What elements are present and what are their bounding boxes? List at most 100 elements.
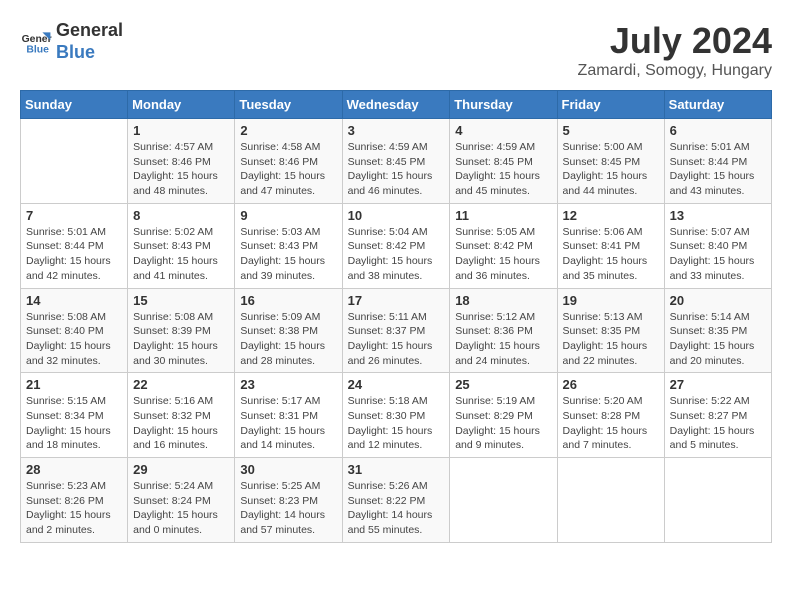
day-number: 12 xyxy=(563,208,659,223)
day-info: Sunrise: 5:06 AM Sunset: 8:41 PM Dayligh… xyxy=(563,225,659,284)
table-cell: 20Sunrise: 5:14 AM Sunset: 8:35 PM Dayli… xyxy=(664,288,771,373)
table-cell: 12 Sunrise: 5:06 AM Sunset: 8:41 PM Dayli… xyxy=(557,203,664,288)
svg-text:Blue: Blue xyxy=(26,44,49,55)
table-cell: 22 Sunrise: 5:16 AM Sunset: 8:32 PM Dayli… xyxy=(128,373,235,458)
day-number: 7 xyxy=(26,208,122,223)
table-cell: 14 Sunrise: 5:08 AM Sunset: 8:40 PM Dayli… xyxy=(21,288,128,373)
day-info: Sunrise: 4:58 AM Sunset: 8:46 PM Dayligh… xyxy=(240,140,336,199)
day-info: Sunrise: 5:19 AM Sunset: 8:29 PM Dayligh… xyxy=(455,394,551,453)
day-info: Sunrise: 5:16 AM Sunset: 8:32 PM Dayligh… xyxy=(133,394,229,453)
table-cell: 3 Sunrise: 4:59 AM Sunset: 8:45 PM Daylig… xyxy=(342,119,450,204)
day-info: Sunrise: 5:05 AM Sunset: 8:42 PM Dayligh… xyxy=(455,225,551,284)
day-info: Sunrise: 5:20 AM Sunset: 8:28 PM Dayligh… xyxy=(563,394,659,453)
location-subtitle: Zamardi, Somogy, Hungary xyxy=(578,62,772,80)
table-cell: 11 Sunrise: 5:05 AM Sunset: 8:42 PM Dayli… xyxy=(450,203,557,288)
day-number: 26 xyxy=(563,377,659,392)
table-cell: 13Sunrise: 5:07 AM Sunset: 8:40 PM Dayli… xyxy=(664,203,771,288)
page-header: General Blue General Blue July 2024 Zama… xyxy=(20,20,772,80)
table-cell xyxy=(21,119,128,204)
table-cell xyxy=(557,458,664,543)
day-info: Sunrise: 5:26 AM Sunset: 8:22 PM Dayligh… xyxy=(348,479,445,538)
day-number: 6 xyxy=(670,123,766,138)
day-number: 2 xyxy=(240,123,336,138)
table-cell: 15Sunrise: 5:08 AM Sunset: 8:39 PM Dayli… xyxy=(128,288,235,373)
day-info: Sunrise: 5:18 AM Sunset: 8:30 PM Dayligh… xyxy=(348,394,445,453)
day-number: 23 xyxy=(240,377,336,392)
table-cell: 10 Sunrise: 5:04 AM Sunset: 8:42 PM Dayli… xyxy=(342,203,450,288)
day-info: Sunrise: 5:17 AM Sunset: 8:31 PM Dayligh… xyxy=(240,394,336,453)
day-info: Sunrise: 5:01 AM Sunset: 8:44 PM Dayligh… xyxy=(670,140,766,199)
logo-text-line1: General xyxy=(56,20,123,42)
day-info: Sunrise: 5:12 AM Sunset: 8:36 PM Dayligh… xyxy=(455,310,551,369)
calendar-table: Sunday Monday Tuesday Wednesday Thursday… xyxy=(20,90,772,543)
week-row-1: 1Sunrise: 4:57 AM Sunset: 8:46 PM Daylig… xyxy=(21,119,772,204)
day-number: 3 xyxy=(348,123,445,138)
day-number: 19 xyxy=(563,293,659,308)
day-info: Sunrise: 5:24 AM Sunset: 8:24 PM Dayligh… xyxy=(133,479,229,538)
col-monday: Monday xyxy=(128,91,235,119)
day-number: 14 xyxy=(26,293,122,308)
table-cell: 4 Sunrise: 4:59 AM Sunset: 8:45 PM Daylig… xyxy=(450,119,557,204)
day-number: 13 xyxy=(670,208,766,223)
table-cell: 26 Sunrise: 5:20 AM Sunset: 8:28 PM Dayli… xyxy=(557,373,664,458)
day-number: 29 xyxy=(133,462,229,477)
day-info: Sunrise: 5:04 AM Sunset: 8:42 PM Dayligh… xyxy=(348,225,445,284)
table-cell: 16 Sunrise: 5:09 AM Sunset: 8:38 PM Dayli… xyxy=(235,288,342,373)
logo: General Blue General Blue xyxy=(20,20,123,63)
table-cell: 19Sunrise: 5:13 AM Sunset: 8:35 PM Dayli… xyxy=(557,288,664,373)
table-cell: 5Sunrise: 5:00 AM Sunset: 8:45 PM Daylig… xyxy=(557,119,664,204)
day-info: Sunrise: 5:22 AM Sunset: 8:27 PM Dayligh… xyxy=(670,394,766,453)
logo-text-line2: Blue xyxy=(56,42,123,64)
table-cell xyxy=(664,458,771,543)
table-cell: 1Sunrise: 4:57 AM Sunset: 8:46 PM Daylig… xyxy=(128,119,235,204)
week-row-3: 14 Sunrise: 5:08 AM Sunset: 8:40 PM Dayli… xyxy=(21,288,772,373)
day-info: Sunrise: 5:08 AM Sunset: 8:39 PM Dayligh… xyxy=(133,310,229,369)
day-number: 1 xyxy=(133,123,229,138)
day-number: 22 xyxy=(133,377,229,392)
col-wednesday: Wednesday xyxy=(342,91,450,119)
col-saturday: Saturday xyxy=(664,91,771,119)
day-info: Sunrise: 4:59 AM Sunset: 8:45 PM Dayligh… xyxy=(455,140,551,199)
table-cell: 29 Sunrise: 5:24 AM Sunset: 8:24 PM Dayli… xyxy=(128,458,235,543)
day-info: Sunrise: 5:15 AM Sunset: 8:34 PM Dayligh… xyxy=(26,394,122,453)
day-info: Sunrise: 5:11 AM Sunset: 8:37 PM Dayligh… xyxy=(348,310,445,369)
day-number: 11 xyxy=(455,208,551,223)
table-cell: 7 Sunrise: 5:01 AM Sunset: 8:44 PM Daylig… xyxy=(21,203,128,288)
day-number: 4 xyxy=(455,123,551,138)
table-cell: 24 Sunrise: 5:18 AM Sunset: 8:30 PM Dayli… xyxy=(342,373,450,458)
day-number: 24 xyxy=(348,377,445,392)
table-cell: 25 Sunrise: 5:19 AM Sunset: 8:29 PM Dayli… xyxy=(450,373,557,458)
day-number: 25 xyxy=(455,377,551,392)
week-row-5: 28Sunrise: 5:23 AM Sunset: 8:26 PM Dayli… xyxy=(21,458,772,543)
day-number: 5 xyxy=(563,123,659,138)
day-number: 30 xyxy=(240,462,336,477)
day-info: Sunrise: 5:01 AM Sunset: 8:44 PM Dayligh… xyxy=(26,225,122,284)
day-info: Sunrise: 5:14 AM Sunset: 8:35 PM Dayligh… xyxy=(670,310,766,369)
day-info: Sunrise: 5:09 AM Sunset: 8:38 PM Dayligh… xyxy=(240,310,336,369)
day-info: Sunrise: 5:03 AM Sunset: 8:43 PM Dayligh… xyxy=(240,225,336,284)
day-number: 31 xyxy=(348,462,445,477)
day-number: 10 xyxy=(348,208,445,223)
day-info: Sunrise: 5:23 AM Sunset: 8:26 PM Dayligh… xyxy=(26,479,122,538)
day-info: Sunrise: 5:25 AM Sunset: 8:23 PM Dayligh… xyxy=(240,479,336,538)
table-cell: 31 Sunrise: 5:26 AM Sunset: 8:22 PM Dayli… xyxy=(342,458,450,543)
table-cell: 23 Sunrise: 5:17 AM Sunset: 8:31 PM Dayli… xyxy=(235,373,342,458)
day-info: Sunrise: 4:59 AM Sunset: 8:45 PM Dayligh… xyxy=(348,140,445,199)
col-friday: Friday xyxy=(557,91,664,119)
table-cell: 8Sunrise: 5:02 AM Sunset: 8:43 PM Daylig… xyxy=(128,203,235,288)
table-cell: 18 Sunrise: 5:12 AM Sunset: 8:36 PM Dayli… xyxy=(450,288,557,373)
day-number: 18 xyxy=(455,293,551,308)
day-number: 9 xyxy=(240,208,336,223)
col-tuesday: Tuesday xyxy=(235,91,342,119)
table-cell: 28Sunrise: 5:23 AM Sunset: 8:26 PM Dayli… xyxy=(21,458,128,543)
table-cell xyxy=(450,458,557,543)
table-cell: 27 Sunrise: 5:22 AM Sunset: 8:27 PM Dayli… xyxy=(664,373,771,458)
day-number: 27 xyxy=(670,377,766,392)
day-number: 21 xyxy=(26,377,122,392)
day-number: 16 xyxy=(240,293,336,308)
day-info: Sunrise: 5:08 AM Sunset: 8:40 PM Dayligh… xyxy=(26,310,122,369)
table-cell: 30 Sunrise: 5:25 AM Sunset: 8:23 PM Dayli… xyxy=(235,458,342,543)
table-cell: 9 Sunrise: 5:03 AM Sunset: 8:43 PM Daylig… xyxy=(235,203,342,288)
logo-icon: General Blue xyxy=(20,26,52,58)
title-section: July 2024 Zamardi, Somogy, Hungary xyxy=(578,20,772,80)
